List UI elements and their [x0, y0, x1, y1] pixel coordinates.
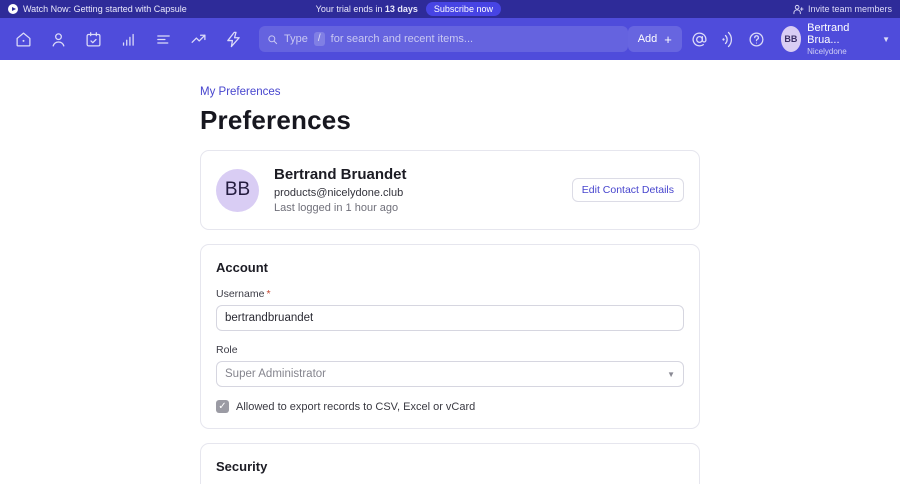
account-heading: Account — [216, 260, 684, 275]
export-checkbox[interactable]: ✓ — [216, 400, 229, 413]
page-title: Preferences — [200, 105, 700, 136]
automation-icon[interactable] — [220, 26, 246, 52]
username-input[interactable] — [216, 305, 684, 331]
reports-icon[interactable] — [115, 26, 141, 52]
trial-banner: Watch Now: Getting started with Capsule … — [0, 0, 900, 18]
profile-card: BB Bertrand Bruandet products@nicelydone… — [200, 150, 700, 230]
trends-icon[interactable] — [185, 26, 211, 52]
last-login-text: Last logged in 1 hour ago — [274, 202, 407, 214]
user-avatar: BB — [781, 26, 801, 52]
search-input[interactable]: Type / for search and recent items... — [259, 26, 628, 52]
breadcrumb[interactable]: My Preferences — [200, 86, 281, 98]
user-name: Bertrand Brua... — [807, 22, 868, 47]
role-label: Role — [216, 344, 684, 356]
invite-team-members-link[interactable]: Invite team members — [793, 4, 892, 15]
chevron-down-icon[interactable]: ▼ — [882, 35, 890, 44]
play-icon — [8, 4, 18, 14]
add-button[interactable]: Add + — [628, 26, 682, 52]
search-placeholder-suffix: for search and recent items... — [331, 33, 473, 45]
export-permission-row: ✓ Allowed to export records to CSV, Exce… — [216, 400, 684, 413]
person-plus-icon — [793, 4, 804, 15]
edit-contact-details-button[interactable]: Edit Contact Details — [572, 178, 684, 202]
role-select[interactable]: Super Administrator ▼ — [216, 361, 684, 387]
user-menu[interactable]: BB Bertrand Brua... Nicelydone ▼ — [781, 22, 890, 56]
export-checkbox-label: Allowed to export records to CSV, Excel … — [236, 401, 475, 413]
security-card: Security Two-factor authentication is no… — [200, 443, 700, 484]
trial-days: 13 days — [385, 4, 418, 14]
mentions-icon[interactable] — [689, 26, 711, 52]
home-icon[interactable] — [10, 26, 36, 52]
account-card: Account Username* Role Super Administrat… — [200, 244, 700, 429]
slash-shortcut-badge: / — [314, 32, 325, 46]
help-icon[interactable] — [746, 26, 768, 52]
profile-name: Bertrand Bruandet — [274, 166, 407, 183]
preferences-page: My Preferences Preferences BB Bertrand B… — [200, 60, 700, 484]
avatar: BB — [216, 169, 259, 212]
profile-email: products@nicelydone.club — [274, 187, 407, 199]
main-navbar: Type / for search and recent items... Ad… — [0, 18, 900, 60]
watch-now-label: Watch Now: Getting started with Capsule — [23, 4, 187, 14]
user-org: Nicelydone — [807, 47, 868, 56]
lists-icon[interactable] — [150, 26, 176, 52]
chevron-down-icon: ▼ — [667, 370, 675, 379]
username-label: Username* — [216, 288, 684, 300]
trial-countdown: Your trial ends in 13 days — [316, 4, 418, 14]
broadcast-icon[interactable] — [717, 26, 739, 52]
calendar-icon[interactable] — [80, 26, 106, 52]
subscribe-button[interactable]: Subscribe now — [426, 2, 501, 16]
invite-label: Invite team members — [808, 4, 892, 14]
role-value: Super Administrator — [225, 368, 326, 380]
security-heading: Security — [216, 459, 684, 474]
search-placeholder-prefix: Type — [284, 33, 308, 45]
required-mark: * — [266, 288, 270, 300]
search-icon — [267, 34, 278, 45]
people-icon[interactable] — [45, 26, 71, 52]
plus-icon: + — [664, 33, 672, 46]
watch-now-link[interactable]: Watch Now: Getting started with Capsule — [8, 4, 187, 14]
